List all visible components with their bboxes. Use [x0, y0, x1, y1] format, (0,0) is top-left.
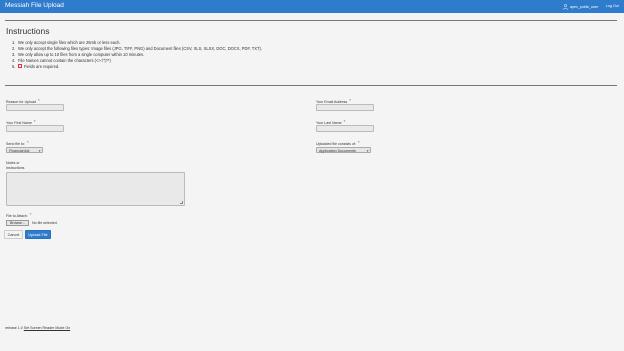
send-to-label: Send file to: *	[6, 140, 29, 146]
required-box-icon	[18, 64, 22, 68]
footer: release 1.0 Set Screen Reader Mode On	[5, 326, 70, 330]
no-file-text: No file selected.	[32, 221, 58, 225]
instructions-list: 1. We only accept single files which are …	[12, 40, 262, 70]
first-name-input[interactable]	[6, 125, 64, 132]
logout-link[interactable]: Log Out	[606, 4, 619, 8]
send-to-select[interactable]: Financial Aid ▾	[6, 147, 43, 153]
app-header: Messiah File Upload apex_public_user Log…	[0, 0, 624, 13]
consists-select[interactable]: Application Documents ▾	[316, 147, 371, 153]
username: apex_public_user	[570, 4, 599, 9]
notes-label-line1: Notes or	[6, 161, 20, 165]
last-name-input[interactable]	[316, 125, 374, 132]
instructions-title: Instructions	[6, 26, 50, 36]
user-menu[interactable]: apex_public_user	[563, 3, 599, 10]
caret-down-icon: ▾	[38, 149, 41, 153]
release-text: release 1.0	[5, 326, 23, 330]
instruction-item: 5. Fields are required.	[12, 64, 60, 69]
screen-reader-link[interactable]: Set Screen Reader Mode On	[24, 326, 70, 330]
reason-input[interactable]	[6, 104, 64, 111]
notes-label-line2: Instructions	[6, 166, 25, 170]
browse-button[interactable]: Browse...	[6, 220, 29, 226]
email-input[interactable]	[316, 104, 374, 111]
user-icon	[563, 3, 568, 10]
resize-grip-icon[interactable]	[180, 201, 183, 204]
upload-file-button[interactable]: Upload File	[25, 230, 51, 239]
app-title[interactable]: Messiah File Upload	[5, 2, 64, 9]
consists-label: Uploaded file consists of: *	[316, 140, 360, 146]
cancel-button[interactable]: Cancel	[4, 230, 23, 239]
attach-label: File to Attach: *	[6, 212, 32, 218]
divider-top	[5, 20, 617, 21]
divider-middle	[5, 85, 617, 86]
caret-down-icon: ▾	[366, 149, 369, 153]
notes-textarea[interactable]	[6, 172, 185, 206]
